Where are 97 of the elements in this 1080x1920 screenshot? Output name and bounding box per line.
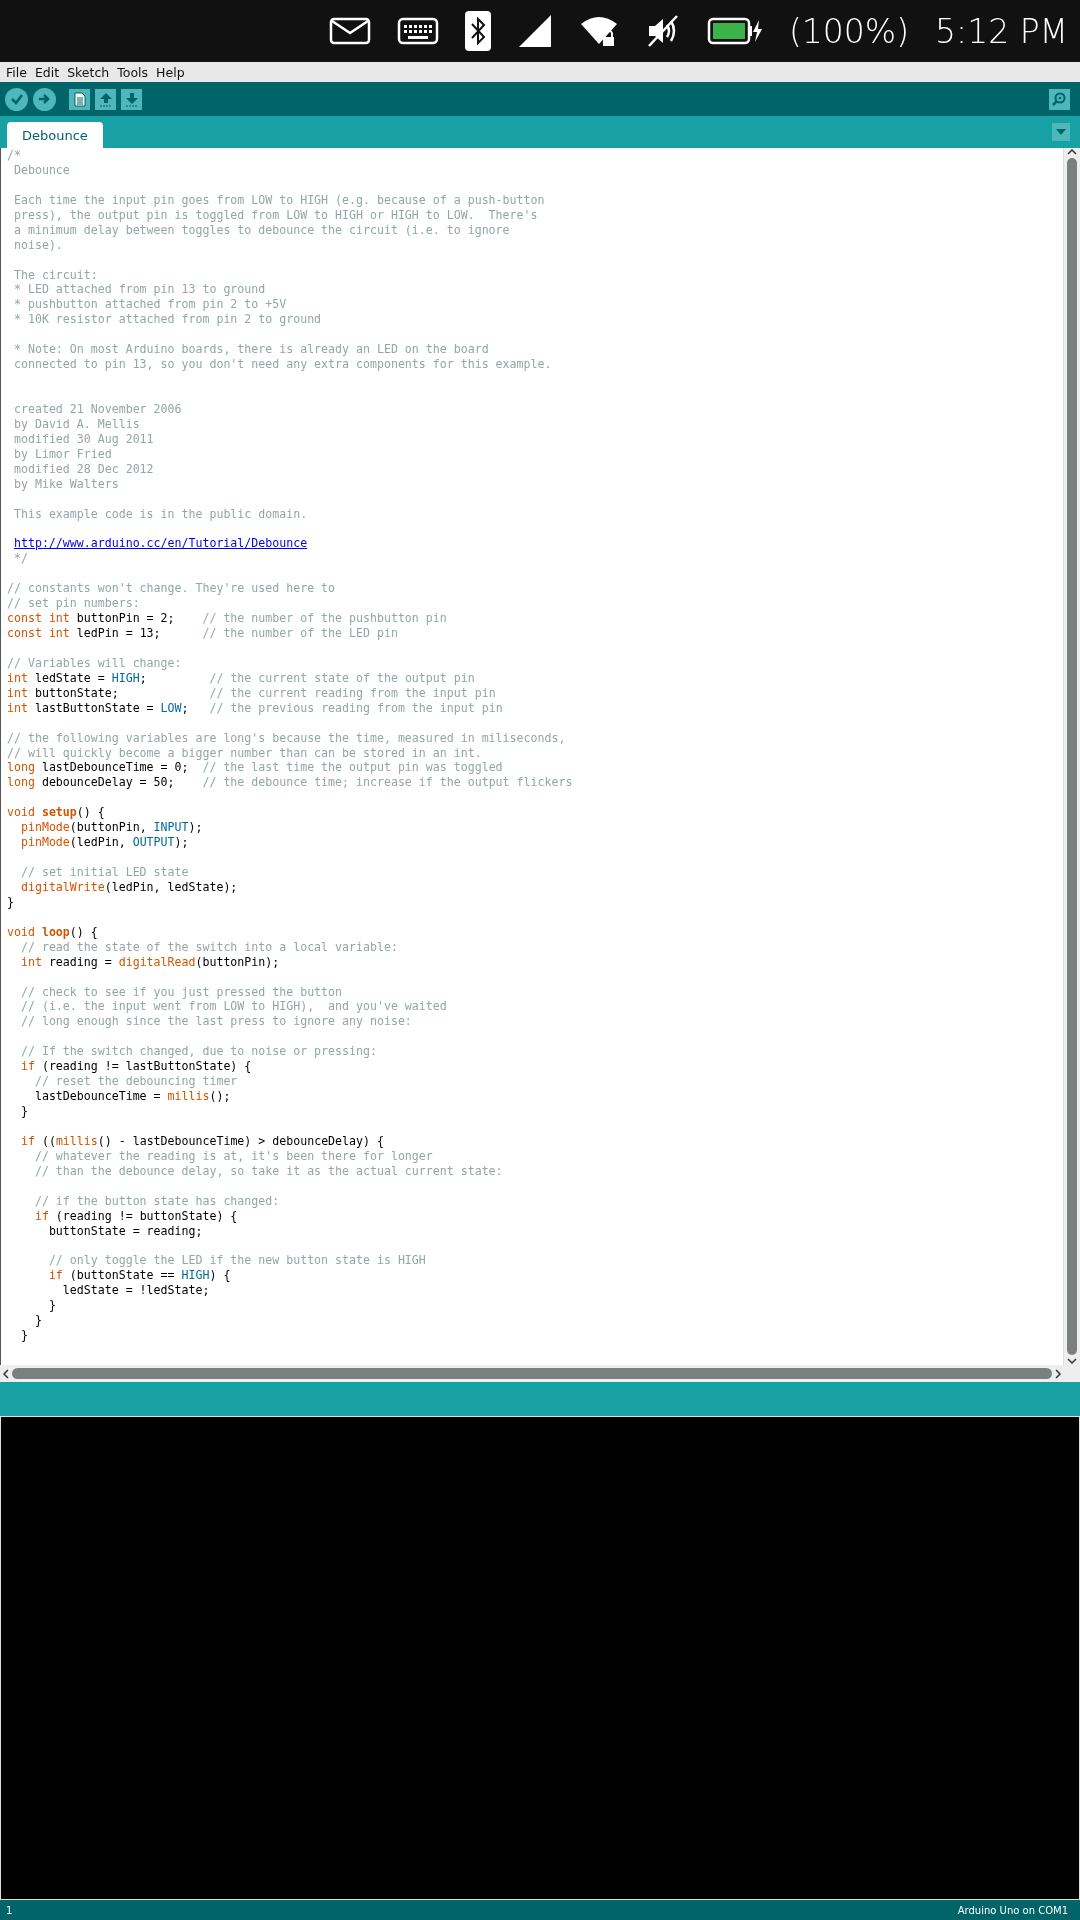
code-line: // if the button state has changed: <box>33 1193 281 1209</box>
code-line: lastDebounceTime = millis(); <box>33 1089 232 1104</box>
menu-item[interactable]: Edit <box>31 63 63 81</box>
board-port-label: Arduino Uno on COM1 <box>957 1904 1068 1916</box>
code-line: // check to see if you just pressed the button <box>19 984 344 1000</box>
code-line: buttonState = reading; <box>47 1223 204 1239</box>
code-line: } <box>7 894 15 910</box>
arrow-right-icon <box>37 92 52 106</box>
tab-menu-button[interactable] <box>1052 123 1070 141</box>
code-line: // read the state of the switch into a local variable: <box>19 939 399 955</box>
tab[interactable]: Debounce <box>7 122 103 148</box>
vertical-scrollbar[interactable] <box>1063 148 1080 1365</box>
mail-icon <box>328 17 371 45</box>
code-line: by David A. Mellis <box>12 416 141 432</box>
chevron-up-icon <box>1067 148 1077 156</box>
code-line: modified 30 Aug 2011 <box>12 431 155 447</box>
verify-button[interactable] <box>5 87 28 111</box>
chevron-down-icon <box>1067 1357 1077 1365</box>
code-line: if (buttonState == HIGH) { <box>47 1268 232 1284</box>
code-line: // set pin numbers: <box>7 596 141 612</box>
magnifier-icon <box>1052 91 1067 107</box>
code-line: int buttonState; // the current reading from the input pin <box>7 685 497 701</box>
code-line: /* <box>7 148 22 163</box>
code-line: // will quickly become a bigger number than can be stored in an int. <box>7 745 483 761</box>
battery-percentage: (100%) <box>788 11 910 51</box>
menu-item[interactable]: Sketch <box>64 63 113 81</box>
code-line: * LED attached from pin 13 to ground <box>12 282 267 298</box>
chevron-right-icon <box>1054 1368 1062 1379</box>
menu-item[interactable]: Tools <box>114 63 152 81</box>
code-line: a minimum delay between toggles to debounce the circuit (i.e. to ignore <box>12 222 511 238</box>
code-line: if (reading != buttonState) { <box>33 1208 239 1224</box>
code-line: // set initial LED state <box>19 865 190 880</box>
code-line: long lastDebounceTime = 0; // the last time the output pin was toggled <box>7 760 504 776</box>
code-line: // than the debounce delay, so take it as the actual current state: <box>33 1163 504 1179</box>
code-line: const int ledPin = 13; // the number of the LED pin <box>7 626 399 641</box>
code-line: if (reading != lastButtonState) { <box>19 1059 253 1075</box>
code-line: by Mike Walters <box>12 476 120 492</box>
code-line: created 21 November 2006 <box>12 401 183 417</box>
code-line: digitalWrite(ledPin, ledState); <box>19 879 239 895</box>
chevron-left-icon <box>2 1368 10 1379</box>
battery-charging-icon <box>706 17 763 45</box>
link[interactable]: http://www.arduino.cc/en/Tutorial/Debounce <box>13 536 308 551</box>
code-line: // the following variables are long's because the time, measured in miliseconds, <box>7 730 567 746</box>
horizontal-scrollbar[interactable] <box>0 1365 1080 1382</box>
code-line: modified 28 Dec 2012 <box>12 461 155 477</box>
code-line: // only toggle the LED if the new button state is HIGH <box>47 1253 427 1269</box>
keyboard-icon <box>396 17 439 45</box>
clock: 5:12 PM <box>935 11 1068 51</box>
arrow-up-icon <box>98 91 113 107</box>
code-line: This example code is in the public domain. <box>12 506 309 522</box>
code-line: if ((millis() - lastDebounceTime) > debounceDelay) { <box>19 1133 385 1149</box>
code-line: The circuit: <box>12 267 99 283</box>
open-button[interactable] <box>95 88 116 110</box>
serial-monitor-button[interactable] <box>1049 88 1070 110</box>
code-line: // long enough since the last press to ignore any noise: <box>19 1014 413 1030</box>
code-line: Debounce <box>12 162 71 178</box>
code-line: */ <box>12 551 29 567</box>
new-file-button[interactable] <box>69 88 90 110</box>
bluetooth-icon <box>464 11 491 51</box>
code-line: } <box>19 1104 29 1119</box>
code-line: * pushbutton attached from pin 2 to +5V <box>12 297 288 313</box>
code-line: connected to pin 13, so you don't need any extra components for this example. <box>12 357 553 373</box>
checkmark-icon <box>9 92 24 106</box>
code-line: pinMode(buttonPin, INPUT); <box>19 820 204 836</box>
code-line: int lastButtonState = LOW; // the previous reading from the input pin <box>7 700 504 716</box>
code-line: int reading = digitalRead(buttonPin); <box>19 954 281 970</box>
code-line: by Limor Fried <box>12 446 113 462</box>
code-line: long debounceDelay = 50; // the debounce time; increase if the output flickers <box>7 775 574 791</box>
arrow-down-icon <box>124 91 139 107</box>
code-line: ledState = !ledState; <box>61 1283 211 1299</box>
line-number: 1 <box>6 1904 13 1916</box>
code-line: const int buttonPin = 2; // the number of the pushbutton pin <box>7 611 448 626</box>
code-line: noise). <box>12 237 64 253</box>
code-line: } <box>19 1328 29 1343</box>
code-line: } <box>47 1298 57 1314</box>
code-line: * Note: On most Arduino boards, there is already an LED on the board <box>12 342 490 358</box>
code-line: // If the switch changed, due to noise or pressing: <box>19 1044 378 1060</box>
wifi-lock-icon <box>578 14 619 48</box>
menu-item[interactable]: File <box>3 63 30 81</box>
code-line: // (i.e. the input went from LOW to HIGH), and you've waited <box>19 999 448 1015</box>
code-line: } <box>33 1313 43 1329</box>
code-line: // reset the debouncing timer <box>33 1074 239 1090</box>
code-line: // whatever the reading is at, it's been there for longer <box>33 1148 434 1164</box>
code-line: * 10K resistor attached from pin 2 to ground <box>12 312 323 328</box>
caret-down-icon <box>1056 129 1066 135</box>
code-line: // constants won't change. They're used here to <box>7 581 337 597</box>
code-line: press), the output pin is toggled from LOW to HIGH or HIGH to LOW. There's <box>12 207 539 223</box>
code-line: pinMode(ledPin, OUTPUT); <box>19 835 190 851</box>
code-line: // Variables will change: <box>7 655 183 671</box>
document-icon <box>73 91 86 107</box>
code-line: void loop() { <box>7 924 99 940</box>
code-line: void setup() { <box>7 805 106 821</box>
save-button[interactable] <box>121 88 142 110</box>
upload-button[interactable] <box>33 87 56 111</box>
menu-item[interactable]: Help <box>153 63 188 81</box>
code-line: Each time the input pin goes from LOW to HIGH (e.g. because of a push-button <box>12 192 546 208</box>
code-line: int ledState = HIGH; // the current state of the output pin <box>7 670 476 686</box>
